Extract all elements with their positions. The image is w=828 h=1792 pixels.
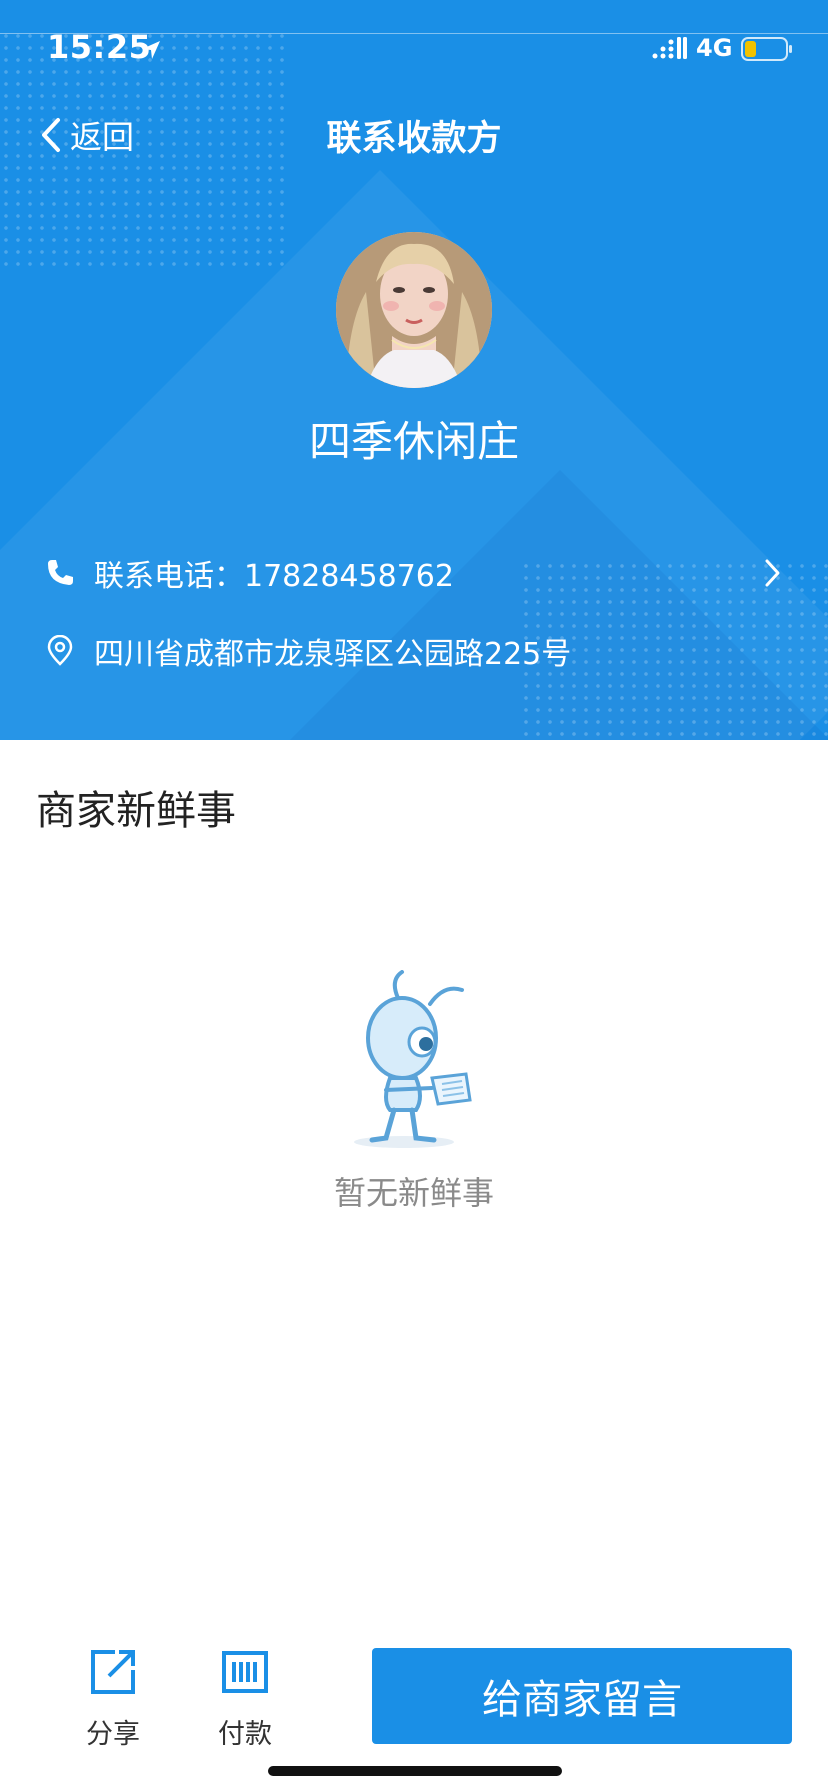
phone-row[interactable]: 联系电话：17828458762 (0, 541, 828, 605)
empty-news-text: 暂无新鲜事 (333, 1174, 494, 1212)
status-time: 15:25 (47, 28, 152, 66)
map-pin-icon (47, 635, 73, 666)
phone-text: 联系电话：17828458762 (94, 559, 454, 594)
avatar (336, 232, 492, 388)
share-button[interactable]: 分享 (73, 1648, 153, 1751)
share-icon (91, 1650, 135, 1694)
network-type: 4G (696, 34, 733, 62)
address-text: 四川省成都市龙泉驿区公园路225号 (94, 637, 572, 672)
page-title: 联系收款方 (326, 119, 502, 159)
battery-icon (741, 37, 792, 61)
merchant-header: 15:25 4G 返回 联系收款方 四季休闲庄 联系电话：17828458762… (0, 0, 828, 740)
phone-icon (48, 560, 73, 585)
ant-reading-illustration (354, 970, 472, 1148)
news-section-title: 商家新鲜事 (36, 788, 236, 834)
barcode-pay-icon (222, 1651, 268, 1693)
address-row: 四川省成都市龙泉驿区公园路225号 (0, 619, 828, 683)
signal-icon (652, 37, 687, 59)
leave-message-button[interactable]: 给商家留言 (372, 1648, 792, 1744)
status-bar: 15:25 4G (0, 0, 828, 100)
home-indicator (268, 1766, 562, 1776)
location-arrow-icon (142, 41, 160, 59)
share-label: 分享 (86, 1719, 140, 1750)
pay-label: 付款 (218, 1719, 272, 1750)
avatar-photo (336, 232, 492, 388)
merchant-name: 四季休闲庄 (308, 417, 519, 466)
nav-bar: 返回 联系收款方 (0, 100, 828, 164)
chevron-right-icon (765, 559, 780, 587)
pay-button[interactable]: 付款 (205, 1648, 285, 1751)
